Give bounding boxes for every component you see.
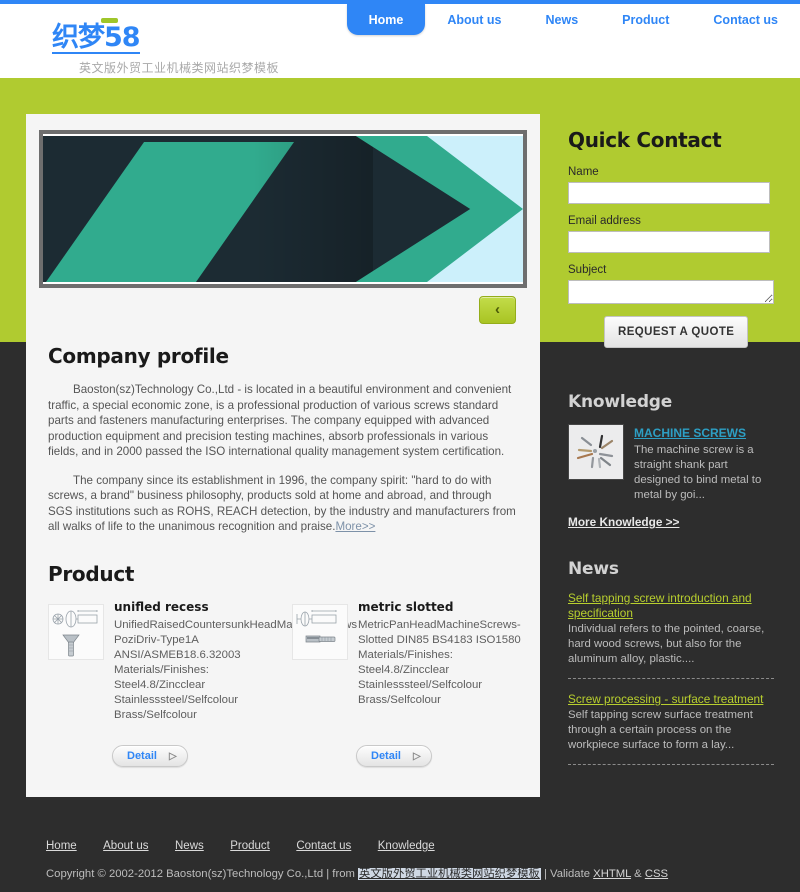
product-info: unifled recess UnifiedRaisedCountersunkH…	[114, 600, 358, 723]
nav-item-news[interactable]: News	[524, 4, 601, 35]
news-excerpt: Individual refers to the pointed, coarse…	[568, 623, 765, 665]
name-input[interactable]	[568, 182, 770, 204]
news-article-link[interactable]: Self tapping screw introduction and spec…	[568, 591, 774, 621]
slider-prev-icon[interactable]: ‹	[479, 296, 516, 324]
product-spec-line: Materials/Finishes:	[358, 648, 453, 661]
hero-slide-image	[43, 136, 523, 282]
product-spec-line: UnifiedRaisedCountersunkHeadMachineScrew…	[114, 618, 358, 631]
slider-controls: ‹	[26, 296, 516, 324]
news-section: News Self tapping screw introduction and…	[568, 559, 774, 765]
xhtml-validate-link[interactable]: XHTML	[593, 868, 631, 880]
knowledge-article-link[interactable]: MACHINE SCREWS	[634, 426, 746, 440]
product-spec-line: Slotted DIN85 BS4183 ISO1580	[358, 633, 521, 646]
product-spec-line: Stainlesssteel/Selfcolour	[358, 678, 483, 691]
site-footer: Home About us News Product Contact us Kn…	[0, 808, 800, 892]
footer-link-knowledge[interactable]: Knowledge	[378, 840, 435, 852]
page-root: 织梦58 英文版外贸工业机械类网站织梦模板 Home About us News…	[0, 0, 800, 892]
news-title: News	[568, 559, 619, 579]
news-article-link[interactable]: Screw processing - surface treatment	[568, 692, 763, 707]
footer-link-home[interactable]: Home	[46, 840, 77, 852]
product-thumbnail-icon[interactable]	[48, 603, 104, 660]
logo-subtitle: 英文版外贸工业机械类网站织梦模板	[79, 61, 280, 75]
site-header: 织梦58 英文版外贸工业机械类网站织梦模板 Home About us News…	[0, 0, 800, 78]
company-profile-paragraph-2: The company since its establishment in 1…	[48, 473, 518, 535]
product-spec-line: Steel4.8/Zincclear	[114, 678, 206, 691]
ampersand-text: &	[631, 868, 645, 880]
footer-link-about-us[interactable]: About us	[103, 840, 148, 852]
footer-link-product[interactable]: Product	[230, 840, 270, 852]
quick-contact-title: Quick Contact	[568, 128, 722, 152]
main-navigation: Home About us News Product Contact us	[346, 4, 800, 38]
product-detail-label: Detail	[127, 749, 157, 762]
logo-accent-icon	[101, 18, 118, 23]
knowledge-section: Knowledge MACHINE SCREWS The machine scr…	[568, 392, 774, 531]
main-content-panel: ‹ Company profile Baoston(sz)Technology …	[26, 114, 540, 797]
product-spec-line: PoziDriv-Type1A	[114, 633, 199, 646]
company-profile-title: Company profile	[48, 344, 229, 368]
request-quote-button[interactable]: REQUEST A QUOTE	[604, 316, 749, 348]
nav-item-home[interactable]: Home	[346, 4, 426, 35]
product-detail-label: Detail	[371, 749, 401, 762]
copyright-line: Copyright © 2002-2012 Baoston(sz)Technol…	[46, 865, 800, 881]
product-detail-button[interactable]: Detail ▷	[356, 744, 432, 767]
company-profile-paragraph-1: Baoston(sz)Technology Co.,Ltd - is locat…	[48, 383, 512, 458]
product-spec-line: ANSI/ASMEB18.6.32003	[114, 648, 241, 661]
email-field-label: Email address	[568, 215, 641, 227]
news-divider	[568, 764, 774, 765]
logo-text[interactable]: 织梦58	[52, 24, 141, 54]
product-info: metric slotted MetricPanHeadMachineScrew…	[358, 600, 521, 708]
product-thumbnail-icon[interactable]	[292, 603, 348, 660]
nav-item-product[interactable]: Product	[600, 4, 691, 35]
logo-block[interactable]: 织梦58 英文版外贸工业机械类网站织梦模板	[52, 18, 352, 76]
company-profile-paragraph-2-text: The company since its establishment in 1…	[48, 473, 516, 534]
product-spec-line: MetricPanHeadMachineScrews-	[358, 618, 521, 631]
play-triangle-icon: ▷	[168, 750, 177, 762]
footer-link-contact-us[interactable]: Contact us	[296, 840, 351, 852]
email-input[interactable]	[568, 231, 770, 253]
product-card: metric slotted MetricPanHeadMachineScrew…	[292, 600, 521, 767]
profile-more-link[interactable]: More>>	[335, 520, 375, 533]
subject-textarea[interactable]	[568, 280, 774, 304]
validate-text: | Validate	[540, 868, 594, 880]
product-spec-line: Materials/Finishes:	[114, 663, 209, 676]
footer-navigation: Home About us News Product Contact us Kn…	[46, 836, 800, 854]
news-excerpt: Self tapping screw surface treatment thr…	[568, 709, 753, 751]
css-validate-link[interactable]: CSS	[645, 868, 668, 880]
footer-link-news[interactable]: News	[175, 840, 204, 852]
product-spec-line: Stainlesssteel/Selfcolour	[114, 693, 239, 706]
news-item: Self tapping screw introduction and spec…	[568, 591, 774, 667]
company-profile-section: Company profile Baoston(sz)Technology Co…	[26, 324, 540, 535]
news-divider	[568, 678, 774, 679]
product-detail-button[interactable]: Detail ▷	[112, 744, 188, 767]
product-section: Product unifled recess UnifiedRaisedCoun…	[26, 548, 540, 797]
product-spec-line: Steel4.8/Zincclear	[358, 663, 450, 676]
hero-shape-triangle	[43, 142, 295, 282]
knowledge-title: Knowledge	[568, 392, 673, 412]
product-card: unifled recess UnifiedRaisedCountersunkH…	[48, 600, 358, 767]
news-item: Screw processing - surface treatment Sel…	[568, 690, 774, 753]
sidebar: Quick Contact Name Email address Subject…	[568, 128, 774, 776]
product-name[interactable]: metric slotted	[358, 600, 521, 614]
nav-item-contact-us[interactable]: Contact us	[691, 4, 800, 35]
product-section-title: Product	[48, 561, 135, 586]
template-credit-link[interactable]: 英文版外贸工业机械类网站织梦模板	[358, 868, 541, 880]
play-triangle-icon: ▷	[412, 750, 421, 762]
name-field-label: Name	[568, 166, 599, 178]
product-spec-line: Brass/Selfcolour	[114, 708, 197, 721]
more-knowledge-link[interactable]: More Knowledge >>	[568, 515, 679, 529]
product-name[interactable]: unifled recess	[114, 600, 292, 614]
nav-item-about-us[interactable]: About us	[425, 4, 523, 35]
product-grid: unifled recess UnifiedRaisedCountersunkH…	[48, 600, 521, 767]
quick-contact-section: Quick Contact Name Email address Subject…	[568, 128, 774, 348]
copyright-text: Copyright © 2002-2012 Baoston(sz)Technol…	[46, 868, 359, 880]
knowledge-excerpt: The machine screw is a straight shank pa…	[634, 444, 762, 501]
knowledge-item: MACHINE SCREWS The machine screw is a st…	[568, 424, 774, 503]
product-spec-line: Brass/Selfcolour	[358, 693, 441, 706]
hero-slider[interactable]	[39, 130, 527, 288]
subject-field-label: Subject	[568, 264, 607, 276]
knowledge-thumbnail-icon[interactable]	[568, 424, 624, 480]
